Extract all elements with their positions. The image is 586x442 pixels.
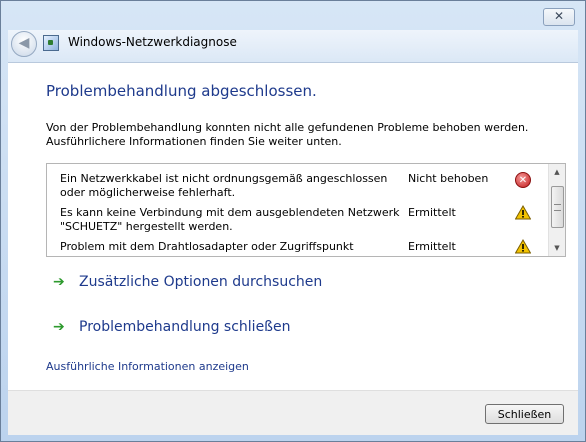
- option-close-troubleshooting[interactable]: ➔ Problembehandlung schließen: [53, 319, 290, 335]
- window-close-button[interactable]: ✕: [543, 8, 575, 26]
- problem-line: Problem mit dem Drahtlosadapter oder Zug…: [60, 240, 354, 253]
- scroll-up-icon[interactable]: ▲: [549, 164, 565, 180]
- problem-line: Ein Netzwerkkabel ist nicht ordnungsgemä…: [60, 172, 388, 185]
- warning-icon: [515, 239, 531, 255]
- description-line: Von der Problembehandlung konnten nicht …: [46, 121, 529, 134]
- warning-icon: [515, 205, 531, 221]
- green-arrow-icon: ➔: [53, 274, 65, 290]
- details-link[interactable]: Ausführliche Informationen anzeigen: [46, 360, 249, 373]
- close-button[interactable]: Schließen: [485, 404, 564, 424]
- back-arrow-icon: ◀: [18, 35, 30, 51]
- close-icon: ✕: [553, 9, 565, 23]
- problem-line: "SCHUETZ" hergestellt werden.: [60, 220, 233, 233]
- scroll-thumb[interactable]: [551, 186, 564, 228]
- problem-description: Problem mit dem Drahtlosadapter oder Zug…: [60, 240, 400, 254]
- problem-list[interactable]: Ein Netzwerkkabel ist nicht ordnungsgemä…: [46, 163, 566, 257]
- scroll-down-icon[interactable]: ▼: [549, 240, 565, 256]
- problem-status: Ermittelt: [408, 240, 456, 253]
- list-scrollbar[interactable]: ▲ ▼: [548, 164, 565, 256]
- option-label: Zusätzliche Optionen durchsuchen: [79, 274, 323, 290]
- problem-status: Ermittelt: [408, 206, 456, 219]
- problem-line: Es kann keine Verbindung mit dem ausgebl…: [60, 206, 400, 219]
- dialog-header: ◀ Windows-Netzwerkdiagnose: [8, 30, 578, 63]
- option-additional-options[interactable]: ➔ Zusätzliche Optionen durchsuchen: [53, 274, 322, 290]
- dialog-content: Problembehandlung abgeschlossen. Von der…: [8, 63, 578, 390]
- dialog-footer: Schließen: [8, 390, 578, 435]
- problem-description: Ein Netzwerkkabel ist nicht ordnungsgemä…: [60, 172, 400, 200]
- option-label: Problembehandlung schließen: [79, 319, 291, 335]
- description-text: Von der Problembehandlung konnten nicht …: [46, 121, 556, 149]
- problem-line: oder möglicherweise fehlerhaft.: [60, 186, 236, 199]
- window-frame: ✕ ◀ Windows-Netzwerkdiagnose Problembeha…: [0, 0, 586, 442]
- problem-status: Nicht behoben: [408, 172, 489, 185]
- title-bar: ✕: [0, 0, 586, 30]
- back-button[interactable]: ◀: [11, 31, 37, 57]
- dialog-title: Windows-Netzwerkdiagnose: [68, 35, 237, 49]
- page-title: Problembehandlung abgeschlossen.: [46, 82, 317, 100]
- problem-description: Es kann keine Verbindung mit dem ausgebl…: [60, 206, 400, 234]
- network-diagnostics-icon: [43, 35, 59, 51]
- description-line: Ausführlichere Informationen finden Sie …: [46, 135, 342, 148]
- green-arrow-icon: ➔: [53, 319, 65, 335]
- error-icon: ✕: [515, 172, 531, 188]
